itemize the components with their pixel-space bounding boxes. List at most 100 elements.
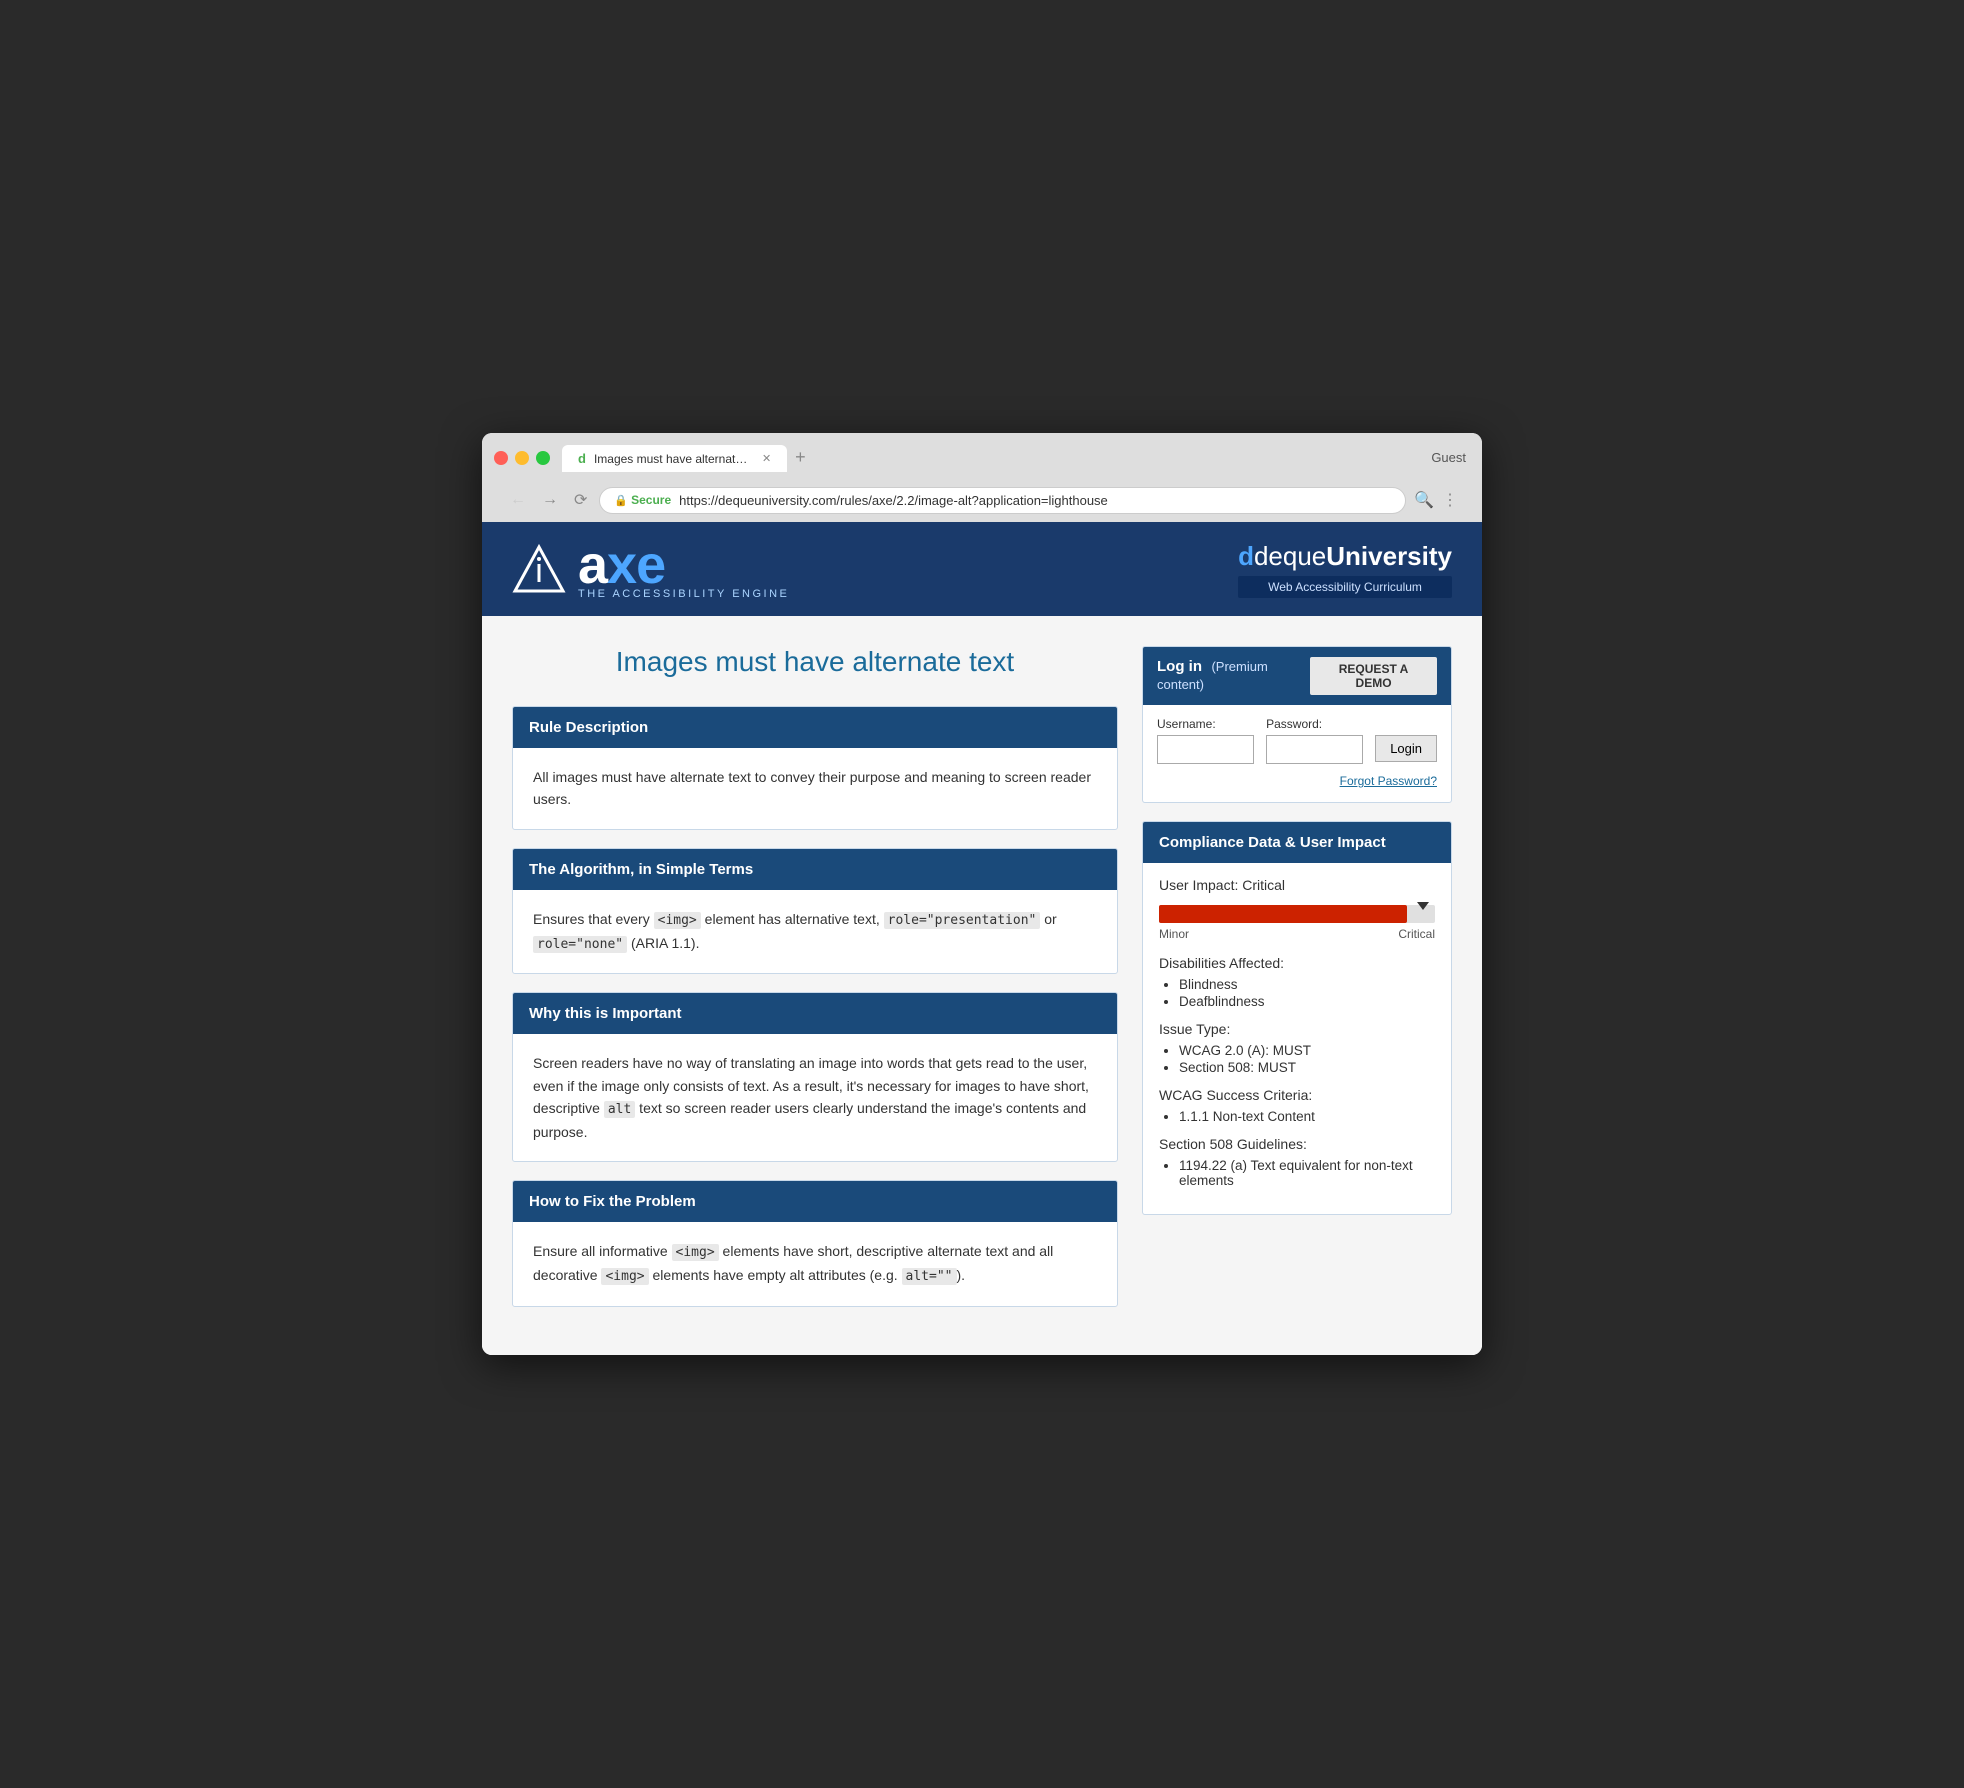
algorithm-body: Ensures that every <img> element has alt…: [513, 890, 1117, 974]
browser-address-bar: ← → ⟳ 🔒 Secure https://dequeuniversity.c…: [494, 480, 1470, 522]
role-presentation-code: role="presentation": [884, 912, 1041, 929]
minimize-traffic-light[interactable]: [515, 451, 529, 465]
issue-types-list: WCAG 2.0 (A): MUST Section 508: MUST: [1179, 1043, 1435, 1075]
secure-badge: 🔒 Secure: [614, 493, 671, 507]
login-header: Log in (Premium content) REQUEST A DEMO: [1143, 647, 1451, 705]
new-tab-button[interactable]: +: [787, 443, 814, 472]
compliance-header: Compliance Data & User Impact: [1143, 822, 1451, 863]
why-important-card: Why this is Important Screen readers hav…: [512, 992, 1118, 1162]
page-title: Images must have alternate text: [512, 646, 1118, 678]
section508-item-1: 1194.22 (a) Text equivalent for non-text…: [1179, 1158, 1435, 1188]
disabilities-list: Blindness Deafblindness: [1179, 977, 1435, 1009]
issue-type-title: Issue Type:: [1159, 1021, 1435, 1037]
right-column: Log in (Premium content) REQUEST A DEMO …: [1142, 646, 1452, 1215]
issue-type-section508: Section 508: MUST: [1179, 1060, 1435, 1075]
login-label: Log in: [1157, 658, 1202, 675]
login-title: Log in (Premium content): [1157, 658, 1310, 694]
login-button-container: Login: [1375, 717, 1437, 764]
role-none-code: role="none": [533, 936, 627, 953]
axe-text-group: axe THE ACCESSIBILITY ENGINE: [578, 538, 789, 600]
browser-top-bar: d Images must have alternate te… ✕ + Gue…: [494, 443, 1470, 472]
deque-university-name: ddequeUniversity: [1238, 541, 1452, 572]
impact-bar-container: Minor Critical: [1159, 905, 1435, 941]
section508-list: 1194.22 (a) Text equivalent for non-text…: [1179, 1158, 1435, 1188]
forward-button[interactable]: →: [538, 487, 562, 513]
why-important-text: Screen readers have no way of translatin…: [533, 1052, 1097, 1143]
impact-marker-icon: [1417, 902, 1429, 910]
forgot-password-row: Forgot Password?: [1157, 772, 1437, 790]
password-field: Password:: [1266, 717, 1363, 764]
wcag-item-1: 1.1.1 Non-text Content: [1179, 1109, 1435, 1124]
algorithm-text: Ensures that every <img> element has alt…: [533, 908, 1097, 956]
algorithm-header: The Algorithm, in Simple Terms: [513, 849, 1117, 890]
section508-title: Section 508 Guidelines:: [1159, 1136, 1435, 1152]
why-important-header: Why this is Important: [513, 993, 1117, 1034]
left-column: Images must have alternate text Rule Des…: [512, 646, 1118, 1325]
active-tab[interactable]: d Images must have alternate te… ✕: [562, 445, 787, 472]
user-impact-label: User Impact:: [1159, 877, 1238, 893]
compliance-body: User Impact: Critical Minor Critical: [1143, 863, 1451, 1214]
lock-icon: 🔒: [614, 494, 628, 507]
main-area: Images must have alternate text Rule Des…: [482, 616, 1482, 1355]
back-button[interactable]: ←: [506, 487, 530, 513]
axe-logo: axe THE ACCESSIBILITY ENGINE: [512, 538, 789, 600]
password-input[interactable]: [1266, 735, 1363, 764]
impact-labels: Minor Critical: [1159, 927, 1435, 941]
img-code-2: <img>: [672, 1244, 719, 1261]
axe-triangle-icon: [512, 544, 566, 594]
password-label: Password:: [1266, 717, 1363, 731]
site-header: axe THE ACCESSIBILITY ENGINE ddequeUnive…: [482, 522, 1482, 616]
impact-bar-track: [1159, 905, 1435, 923]
how-to-fix-header: How to Fix the Problem: [513, 1181, 1117, 1222]
how-to-fix-body: Ensure all informative <img> elements ha…: [513, 1222, 1117, 1306]
browser-window: d Images must have alternate te… ✕ + Gue…: [482, 433, 1482, 1355]
why-important-body: Screen readers have no way of translatin…: [513, 1034, 1117, 1161]
algorithm-card: The Algorithm, in Simple Terms Ensures t…: [512, 848, 1118, 975]
alt-empty-code: alt="": [902, 1268, 957, 1285]
browser-menu-button[interactable]: ⋮: [1442, 490, 1458, 510]
rule-description-text: All images must have alternate text to c…: [533, 766, 1097, 811]
username-label: Username:: [1157, 717, 1254, 731]
guest-label: Guest: [1431, 450, 1470, 465]
browser-chrome: d Images must have alternate te… ✕ + Gue…: [482, 433, 1482, 522]
traffic-lights: [494, 451, 550, 465]
minor-label: Minor: [1159, 927, 1189, 941]
page-content: axe THE ACCESSIBILITY ENGINE ddequeUnive…: [482, 522, 1482, 1355]
issue-type-wcag: WCAG 2.0 (A): MUST: [1179, 1043, 1435, 1058]
maximize-traffic-light[interactable]: [536, 451, 550, 465]
tab-close-icon[interactable]: ✕: [762, 452, 771, 465]
url-display: https://dequeuniversity.com/rules/axe/2.…: [679, 493, 1391, 508]
deque-curriculum: Web Accessibility Curriculum: [1238, 576, 1452, 598]
disability-blindness: Blindness: [1179, 977, 1435, 992]
forgot-password-link[interactable]: Forgot Password?: [1340, 774, 1437, 788]
rule-description-card: Rule Description All images must have al…: [512, 706, 1118, 830]
img-code-1: <img>: [654, 912, 701, 929]
disability-deafblindness: Deafblindness: [1179, 994, 1435, 1009]
critical-label: Critical: [1398, 927, 1435, 941]
disabilities-title: Disabilities Affected:: [1159, 955, 1435, 971]
deque-d: d: [1238, 541, 1254, 571]
compliance-panel: Compliance Data & User Impact User Impac…: [1142, 821, 1452, 1215]
impact-bar-fill: [1159, 905, 1407, 923]
rule-description-body: All images must have alternate text to c…: [513, 748, 1117, 829]
login-fields: Username: Password: Login: [1157, 717, 1437, 764]
username-input[interactable]: [1157, 735, 1254, 764]
search-button[interactable]: 🔍: [1414, 490, 1434, 510]
rule-description-header: Rule Description: [513, 707, 1117, 748]
address-bar[interactable]: 🔒 Secure https://dequeuniversity.com/rul…: [599, 487, 1406, 514]
how-to-fix-text: Ensure all informative <img> elements ha…: [533, 1240, 1097, 1288]
wcag-list: 1.1.1 Non-text Content: [1179, 1109, 1435, 1124]
img-code-3: <img>: [601, 1268, 648, 1285]
refresh-button[interactable]: ⟳: [570, 486, 591, 514]
close-traffic-light[interactable]: [494, 451, 508, 465]
user-impact-text: User Impact: Critical: [1159, 877, 1435, 893]
user-impact-critical: Critical: [1242, 877, 1285, 893]
deque-university-word: University: [1326, 541, 1452, 571]
tab-title: Images must have alternate te…: [594, 452, 754, 466]
how-to-fix-card: How to Fix the Problem Ensure all inform…: [512, 1180, 1118, 1307]
login-button[interactable]: Login: [1375, 735, 1437, 762]
alt-code: alt: [604, 1101, 635, 1118]
request-demo-button[interactable]: REQUEST A DEMO: [1310, 657, 1437, 695]
login-panel: Log in (Premium content) REQUEST A DEMO …: [1142, 646, 1452, 803]
deque-prefix: deque: [1254, 541, 1326, 571]
